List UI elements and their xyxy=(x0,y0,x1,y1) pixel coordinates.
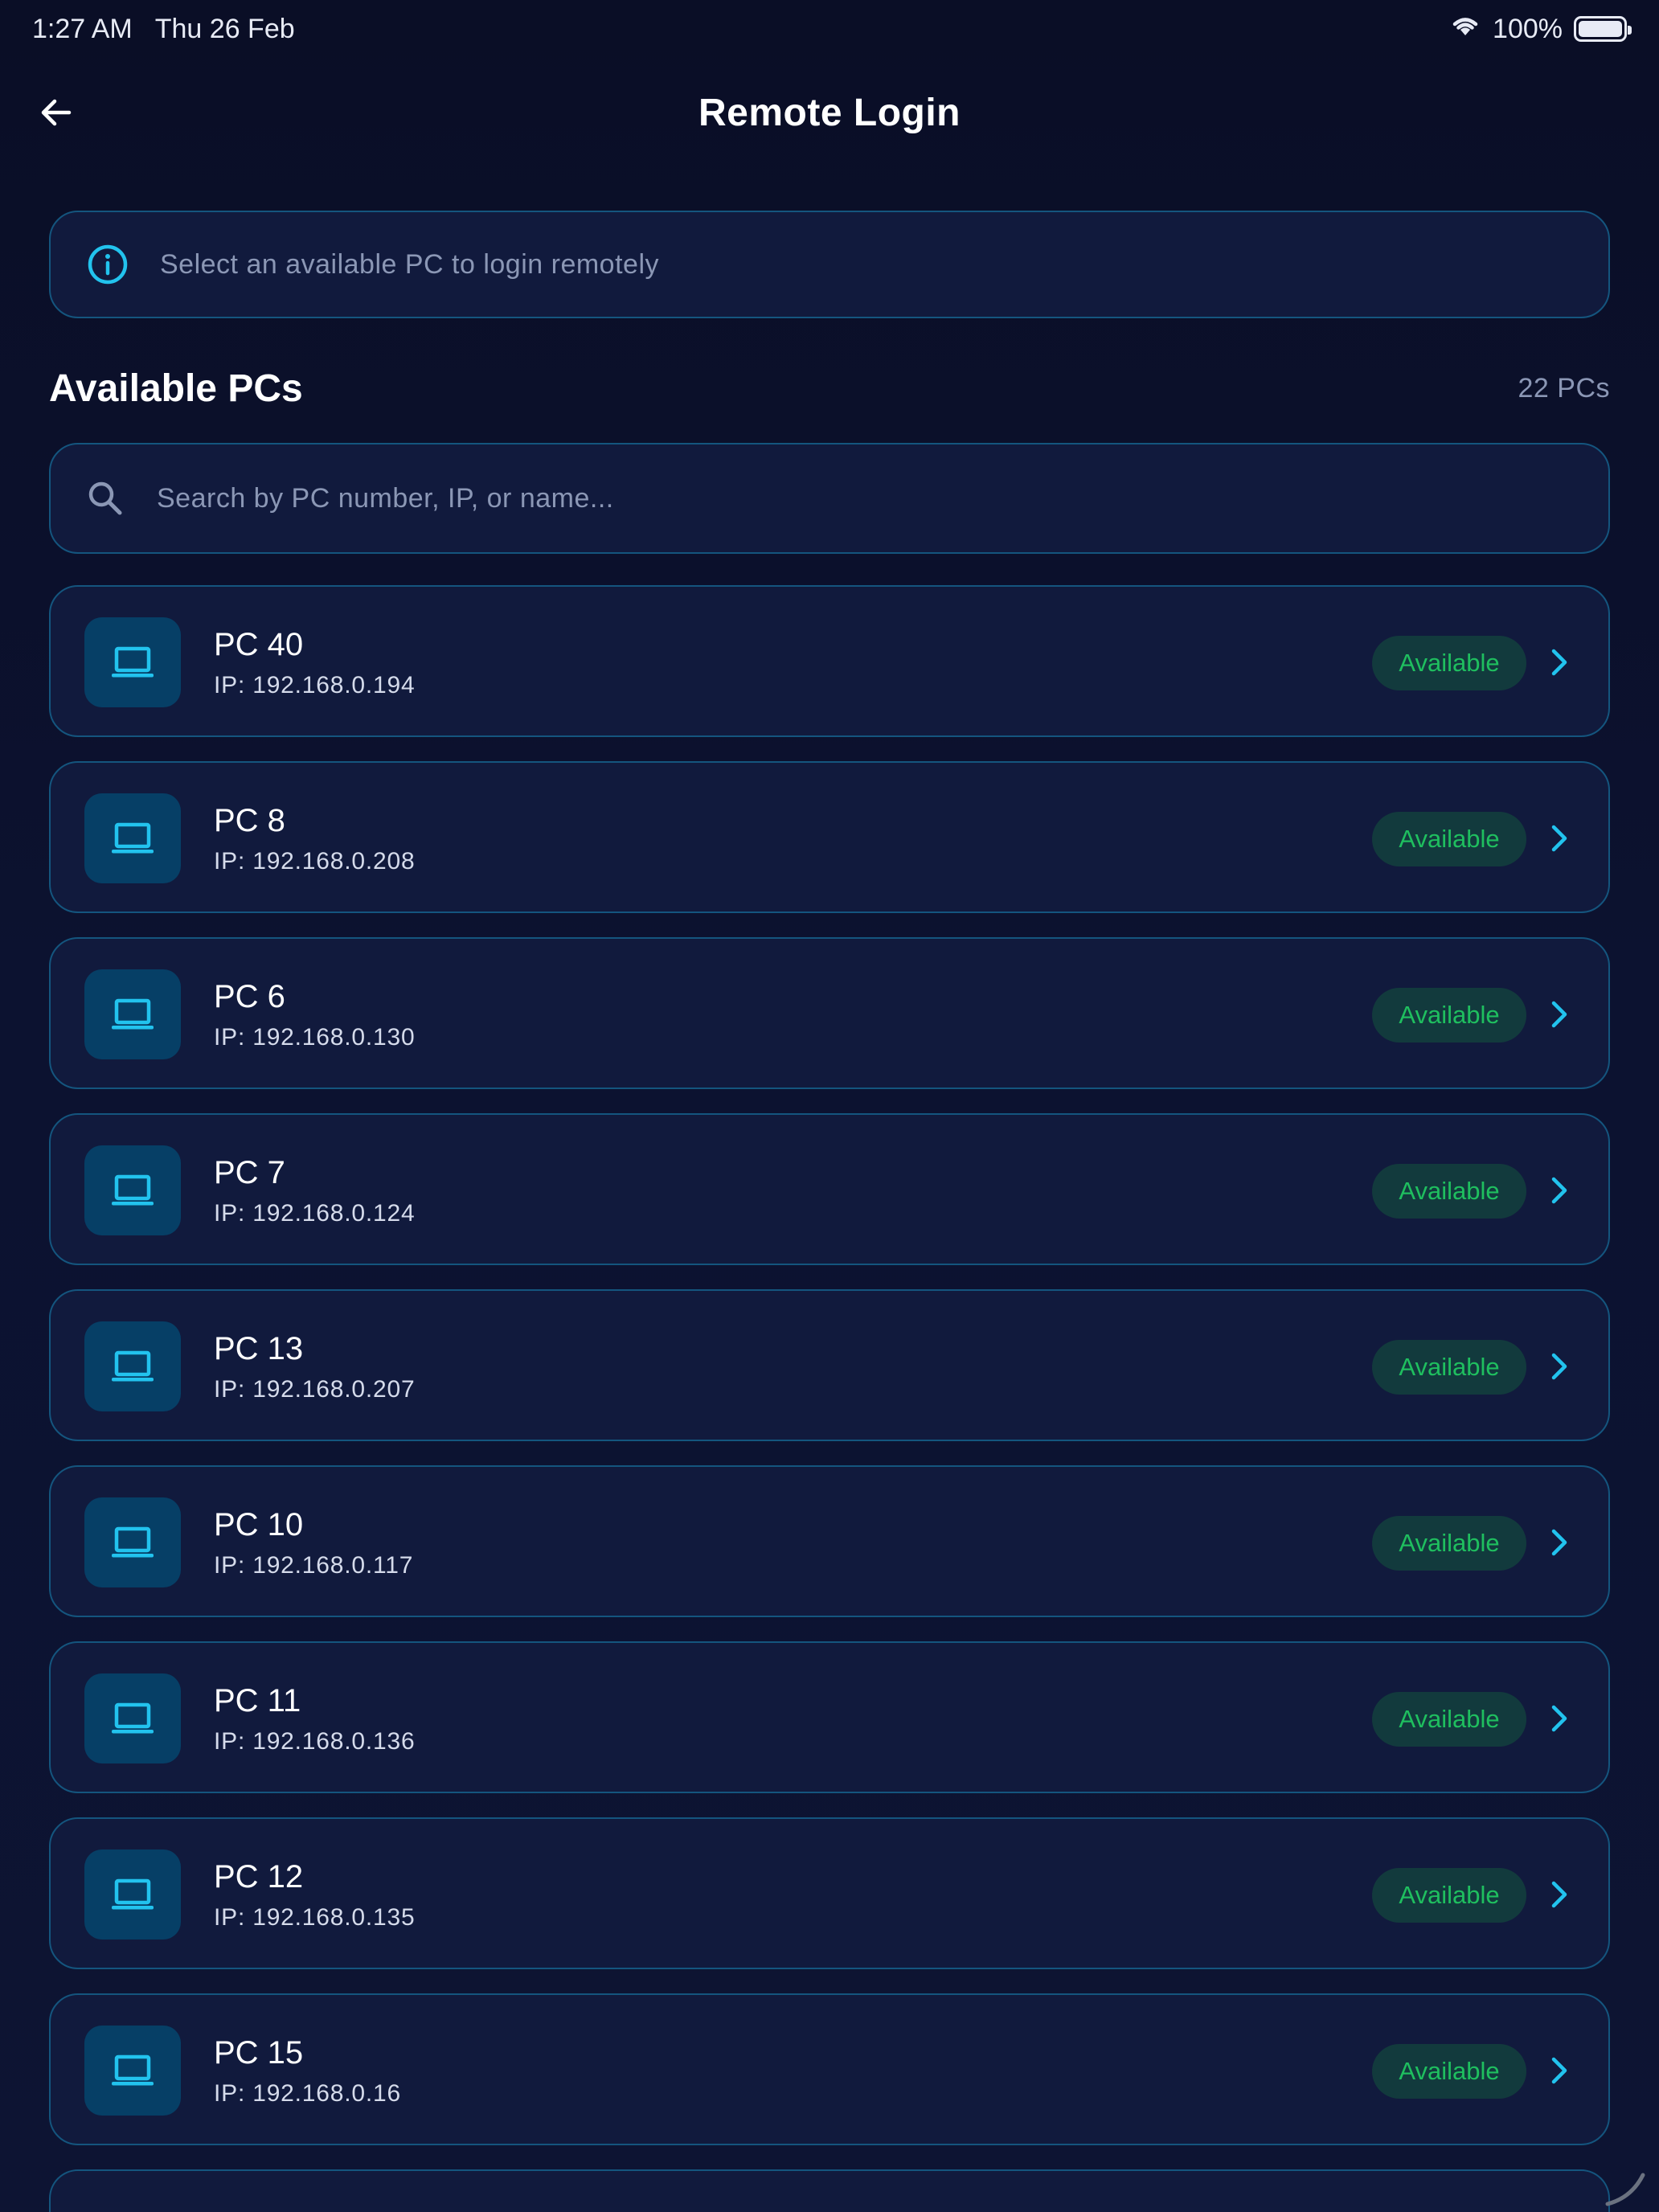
status-badge: Available xyxy=(1372,636,1526,690)
pc-card-4[interactable]: PC 13 IP: 192.168.0.207 Available xyxy=(49,1289,1610,1441)
arrow-left-icon xyxy=(41,99,72,126)
pc-name: PC 8 xyxy=(214,803,285,838)
chevron-right-icon xyxy=(1542,998,1575,1030)
pc-card-6[interactable]: PC 11 IP: 192.168.0.136 Available xyxy=(49,1641,1610,1793)
pc-card-8[interactable]: PC 15 IP: 192.168.0.16 Available xyxy=(49,1993,1610,2145)
status-time: 1:27 AM xyxy=(32,13,133,44)
pc-ip: IP: 192.168.0.117 xyxy=(214,1552,414,1579)
status-badge: Available xyxy=(1372,988,1526,1043)
pc-icon-container xyxy=(84,793,181,883)
pc-info: PC 11 IP: 192.168.0.136 xyxy=(214,1682,415,1755)
pc-ip: IP: 192.168.0.194 xyxy=(214,672,416,698)
pc-info: PC 7 IP: 192.168.0.124 xyxy=(214,1153,415,1227)
pc-name: PC 13 xyxy=(214,1331,304,1366)
status-badge: Available xyxy=(1372,2044,1526,2099)
app-header: Remote Login xyxy=(0,72,1659,153)
laptop-icon xyxy=(112,1174,154,1206)
pc-card-5[interactable]: PC 10 IP: 192.168.0.117 Available xyxy=(49,1465,1610,1617)
pc-name: PC 12 xyxy=(214,1859,304,1895)
chevron-right-icon xyxy=(1542,1878,1575,1911)
chevron-right-icon xyxy=(1542,2054,1575,2087)
status-badge: Available xyxy=(1372,1340,1526,1395)
pc-card-1[interactable]: PC 8 IP: 192.168.0.208 Available xyxy=(49,761,1610,913)
status-right: 100% xyxy=(1449,13,1632,46)
pc-card-3[interactable]: PC 7 IP: 192.168.0.124 Available xyxy=(49,1113,1610,1265)
pc-icon-container xyxy=(84,617,181,707)
pc-info: PC 8 IP: 192.168.0.208 xyxy=(214,801,415,875)
section-header: Available PCs 22 PCs xyxy=(49,360,1610,416)
info-icon xyxy=(88,244,128,285)
chevron-right-icon xyxy=(1542,822,1575,854)
pc-list: PC 40 IP: 192.168.0.194 Available PC 8 I… xyxy=(49,585,1610,2212)
laptop-icon xyxy=(112,646,154,678)
laptop-icon xyxy=(112,1878,154,1910)
battery-icon xyxy=(1574,16,1632,42)
pc-ip: IP: 192.168.0.130 xyxy=(214,1024,416,1051)
pc-name: PC 6 xyxy=(214,979,285,1014)
pc-card-7[interactable]: PC 12 IP: 192.168.0.135 Available xyxy=(49,1817,1610,1969)
wifi-icon xyxy=(1449,13,1481,46)
status-badge: Available xyxy=(1372,1164,1526,1219)
back-button[interactable] xyxy=(32,88,80,137)
pc-icon-container xyxy=(84,1673,181,1763)
pc-name: PC 40 xyxy=(214,627,304,662)
pc-info: PC 40 IP: 192.168.0.194 xyxy=(214,625,415,699)
pc-icon-container xyxy=(84,969,181,1059)
chevron-right-icon xyxy=(1542,646,1575,678)
status-date: Thu 26 Feb xyxy=(154,13,295,44)
pc-name: PC 11 xyxy=(214,1683,301,1718)
pc-count: 22 PCs xyxy=(1518,372,1610,403)
pc-card-0[interactable]: PC 40 IP: 192.168.0.194 Available xyxy=(49,585,1610,737)
pc-icon-container xyxy=(84,1321,181,1411)
status-badge: Available xyxy=(1372,812,1526,866)
laptop-icon xyxy=(112,2054,154,2086)
pc-info: PC 13 IP: 192.168.0.207 xyxy=(214,1329,415,1403)
pc-ip: IP: 192.168.0.124 xyxy=(214,1200,416,1227)
pc-info: PC 10 IP: 192.168.0.117 xyxy=(214,1505,413,1579)
chevron-right-icon xyxy=(1542,1174,1575,1206)
laptop-icon xyxy=(112,1702,154,1734)
chevron-right-icon xyxy=(1542,1350,1575,1382)
status-badge: Available xyxy=(1372,1516,1526,1571)
remote-login-screen: 1:27 AM Thu 26 Feb 100% Remote Login Sel… xyxy=(0,0,1659,2212)
pc-card-partial[interactable] xyxy=(49,2169,1610,2212)
pc-ip: IP: 192.168.0.136 xyxy=(214,1728,416,1755)
pc-name: PC 15 xyxy=(214,2035,304,2071)
battery-fill xyxy=(1579,21,1622,37)
pc-card-2[interactable]: PC 6 IP: 192.168.0.130 Available xyxy=(49,937,1610,1089)
pc-name: PC 10 xyxy=(214,1507,304,1542)
pc-ip: IP: 192.168.0.135 xyxy=(214,1904,416,1931)
search-icon xyxy=(80,473,131,524)
status-bar: 1:27 AM Thu 26 Feb 100% xyxy=(0,0,1659,58)
pc-icon-container xyxy=(84,1497,181,1587)
pc-info: PC 12 IP: 192.168.0.135 xyxy=(214,1858,415,1931)
laptop-icon xyxy=(112,998,154,1030)
status-badge: Available xyxy=(1372,1868,1526,1923)
pc-ip: IP: 192.168.0.207 xyxy=(214,1376,416,1403)
laptop-icon xyxy=(112,822,154,854)
scroll-indicator xyxy=(1605,2173,1645,2206)
chevron-right-icon xyxy=(1542,1526,1575,1559)
status-badge: Available xyxy=(1372,1692,1526,1747)
pc-icon-container xyxy=(84,2026,181,2116)
pc-info: PC 15 IP: 192.168.0.16 xyxy=(214,2034,401,2108)
pc-ip: IP: 192.168.0.16 xyxy=(214,2080,401,2107)
status-left: 1:27 AM Thu 26 Feb xyxy=(32,14,295,45)
search-input[interactable] xyxy=(157,444,1608,552)
chevron-right-icon xyxy=(1542,1702,1575,1735)
laptop-icon xyxy=(112,1350,154,1382)
pc-name: PC 7 xyxy=(214,1155,285,1190)
pc-icon-container xyxy=(84,1145,181,1235)
info-text: Select an available PC to login remotely xyxy=(160,248,659,280)
page-title: Remote Login xyxy=(698,91,961,134)
pc-ip: IP: 192.168.0.208 xyxy=(214,848,416,875)
search-box[interactable] xyxy=(49,443,1610,554)
pc-icon-container xyxy=(84,1849,181,1940)
info-banner: Select an available PC to login remotely xyxy=(49,211,1610,318)
pc-info: PC 6 IP: 192.168.0.130 xyxy=(214,977,415,1051)
battery-percentage: 100% xyxy=(1493,13,1563,44)
section-title: Available PCs xyxy=(49,367,303,410)
laptop-icon xyxy=(112,1526,154,1558)
